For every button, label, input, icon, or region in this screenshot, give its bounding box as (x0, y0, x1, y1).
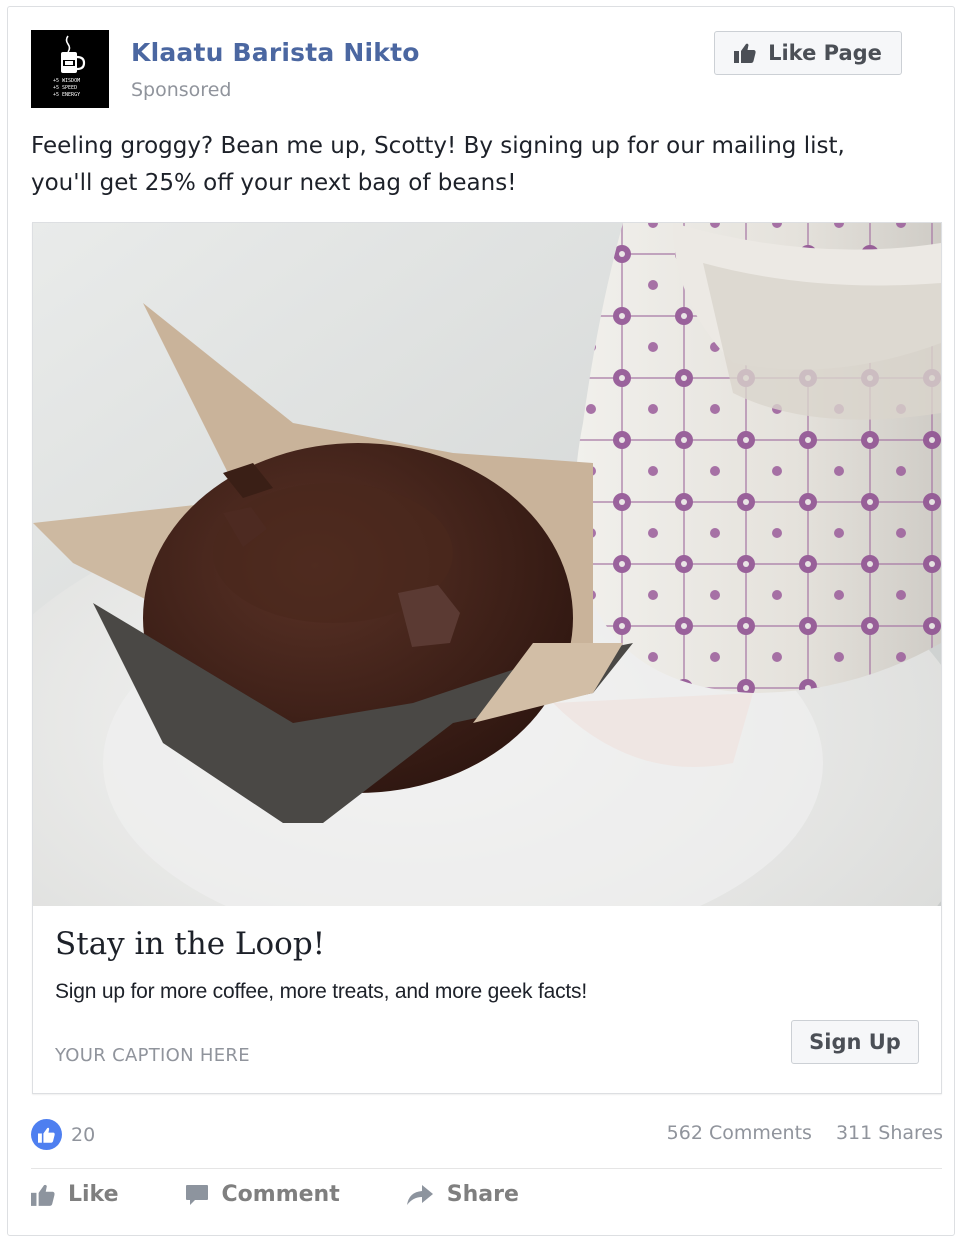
ad-caption: YOUR CAPTION HERE (55, 1045, 250, 1066)
page-name-link[interactable]: Klaatu Barista Nikto (131, 38, 420, 67)
like-button-label: Like (68, 1182, 119, 1207)
ad-image[interactable] (33, 223, 941, 906)
comment-icon (185, 1184, 208, 1205)
divider (31, 1168, 942, 1169)
like-page-label: Like Page (768, 41, 882, 65)
post-message-line: Feeling groggy? Bean me up, Scotty! By s… (31, 133, 845, 159)
muffin-and-teacup-photo (33, 223, 941, 906)
sign-up-button[interactable]: Sign Up (791, 1020, 919, 1064)
logo-text-line: +5 SPEED (53, 85, 77, 91)
comment-button-label: Comment (221, 1182, 340, 1207)
shares-count-link[interactable]: 311 Shares (836, 1122, 943, 1144)
comments-count-link[interactable]: 562 Comments (667, 1122, 812, 1144)
post-message-line: you'll get 25% off your next bag of bean… (31, 170, 517, 196)
sponsored-label[interactable]: Sponsored (131, 79, 231, 101)
ad-description: Sign up for more coffee, more treats, an… (55, 980, 587, 1003)
page-avatar[interactable]: +5 WISDOM +5 SPEED +5 ENERGY (31, 30, 109, 108)
ad-attachment[interactable]: Stay in the Loop! Sign up for more coffe… (32, 222, 942, 1094)
share-button[interactable]: Share (406, 1182, 519, 1207)
like-button[interactable]: Like (31, 1182, 119, 1207)
post-action-bar: Like Comment Share (31, 1182, 519, 1207)
logo-text-line: +5 WISDOM (53, 78, 80, 84)
engagement-stats: 562 Comments 311 Shares (667, 1122, 943, 1144)
comment-button[interactable]: Comment (185, 1182, 340, 1207)
share-button-label: Share (446, 1182, 519, 1207)
reaction-summary[interactable]: 20 (31, 1119, 95, 1150)
thumbs-up-icon (31, 1184, 55, 1206)
like-count[interactable]: 20 (71, 1124, 95, 1146)
thumbs-up-icon (734, 43, 756, 63)
share-arrow-icon (406, 1184, 433, 1205)
ad-headline[interactable]: Stay in the Loop! (55, 926, 325, 962)
coffee-cup-logo-icon: +5 WISDOM +5 SPEED +5 ENERGY (31, 30, 109, 108)
post-message: Feeling groggy? Bean me up, Scotty! By s… (31, 128, 931, 202)
like-page-button[interactable]: Like Page (714, 31, 902, 75)
logo-text-line: +5 ENERGY (53, 92, 80, 98)
like-reaction-icon (31, 1119, 62, 1150)
